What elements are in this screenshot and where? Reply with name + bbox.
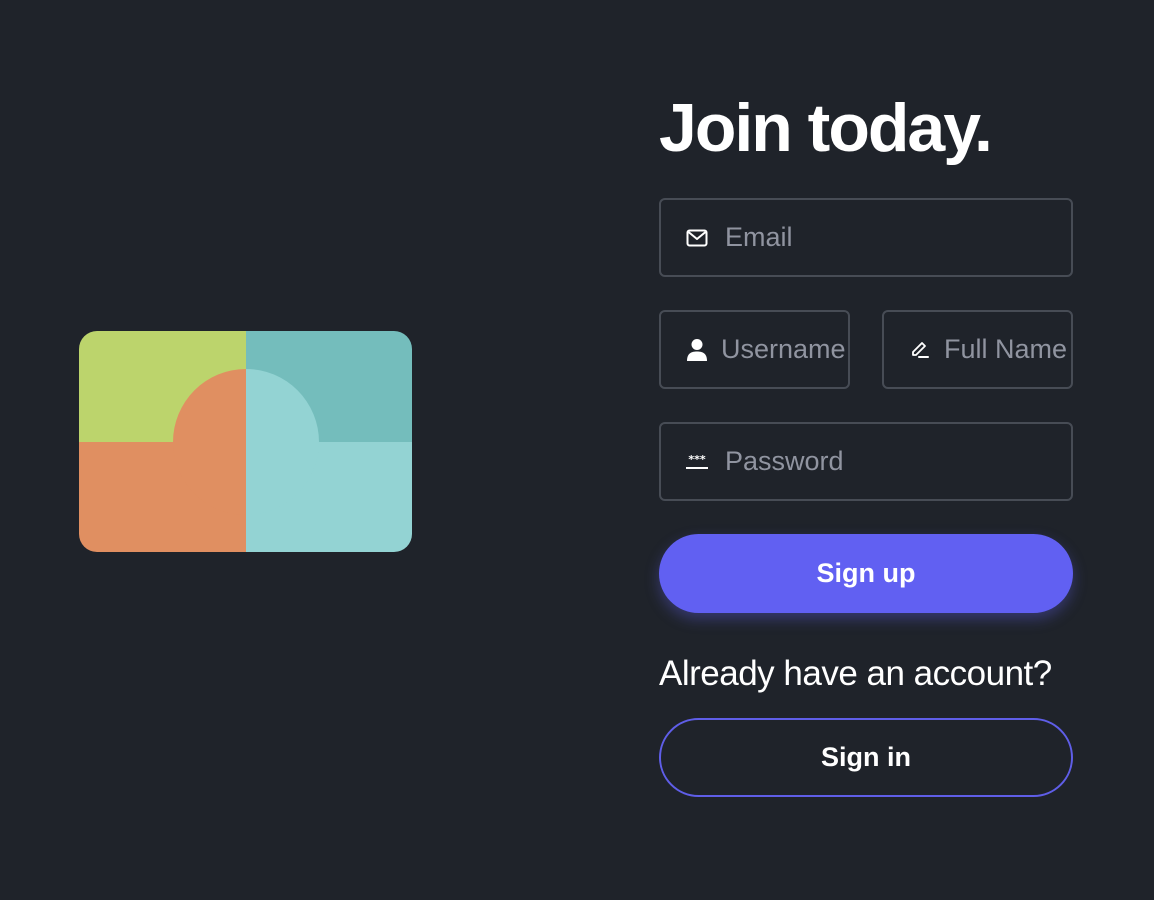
logo-circle [173, 369, 319, 515]
email-field[interactable] [659, 198, 1073, 277]
email-input[interactable] [725, 200, 1071, 275]
fullname-input[interactable] [944, 312, 1071, 387]
logo-circle-right [246, 369, 319, 515]
password-field[interactable]: *** [659, 422, 1073, 501]
fullname-field[interactable] [882, 310, 1073, 389]
logo-circle-left [173, 369, 246, 515]
username-field[interactable] [659, 310, 850, 389]
brand-logo [79, 331, 412, 552]
signup-button[interactable]: Sign up [659, 534, 1073, 613]
password-icon: *** [685, 450, 709, 474]
signin-prompt: Already have an account? [659, 654, 1052, 693]
svg-text:***: *** [688, 453, 706, 466]
username-input[interactable] [721, 312, 848, 387]
page-title: Join today. [659, 90, 993, 166]
envelope-icon [685, 226, 709, 250]
signup-page: Join today. ** [0, 0, 1154, 900]
user-icon [685, 338, 709, 362]
signin-button[interactable]: Sign in [659, 718, 1073, 797]
pen-icon [908, 338, 932, 362]
password-input[interactable] [725, 424, 1071, 499]
